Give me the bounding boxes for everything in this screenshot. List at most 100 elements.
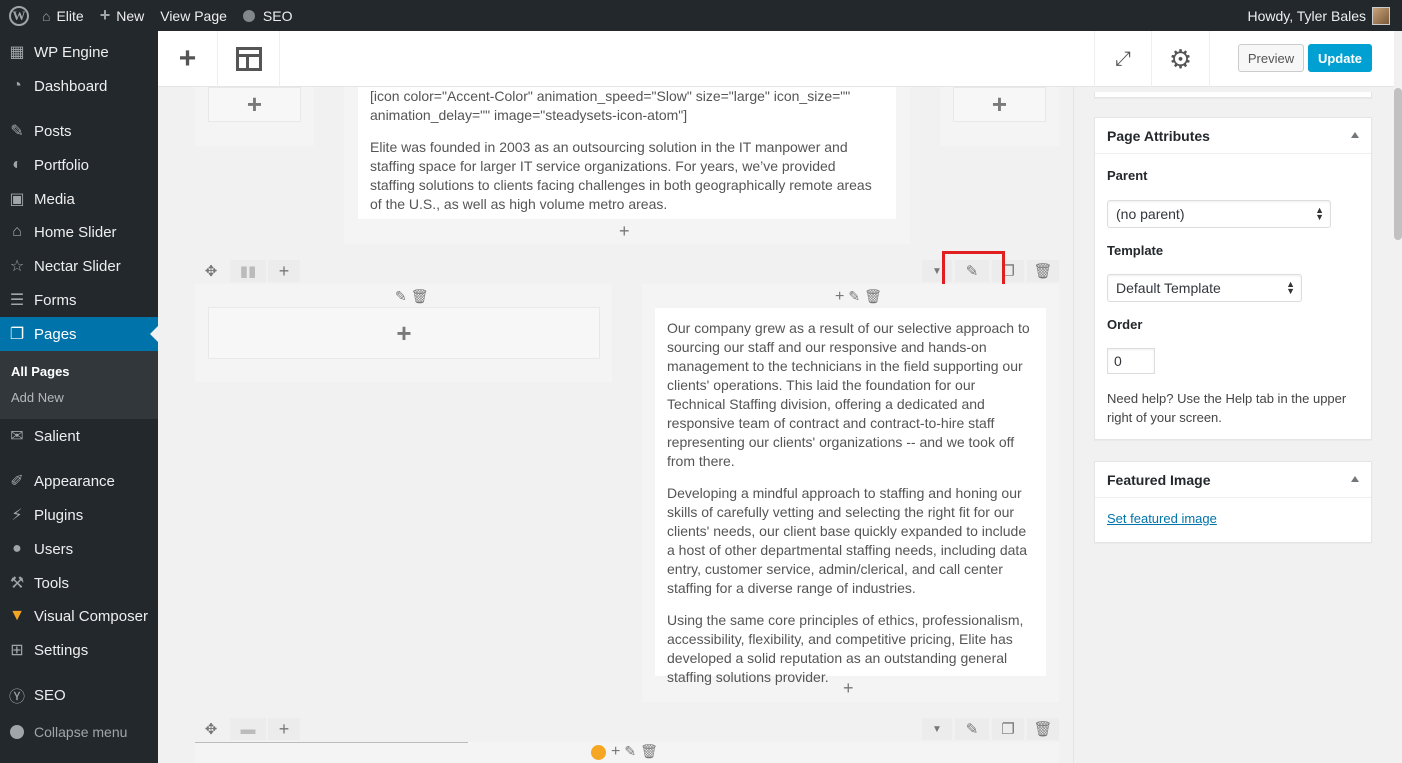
- set-featured-image-link[interactable]: Set featured image: [1107, 511, 1217, 526]
- template-select[interactable]: Default Template ▲ ▼: [1107, 274, 1302, 302]
- page-attributes-header[interactable]: Page Attributes: [1095, 118, 1371, 154]
- scrollbar[interactable]: [1394, 88, 1402, 240]
- menu-item-salient[interactable]: ✉ Salient: [0, 419, 158, 453]
- plus-icon: +: [278, 260, 290, 281]
- my-account[interactable]: Howdy, Tyler Bales: [1247, 6, 1402, 25]
- add-element-button[interactable]: +: [158, 31, 218, 87]
- order-input[interactable]: 0: [1107, 348, 1155, 374]
- collapse-icon: [10, 725, 24, 739]
- add-element-placeholder[interactable]: +: [208, 87, 301, 122]
- fullscreen-icon: ⤢: [1115, 47, 1131, 70]
- divider: [195, 742, 468, 743]
- collapse-arrow-icon[interactable]: [1351, 132, 1359, 138]
- menu-item-dashboard[interactable]: ◔ Dashboard: [0, 69, 158, 103]
- menu-item-seo[interactable]: Ⓨ SEO: [0, 678, 158, 712]
- collapse-arrow-icon[interactable]: [1351, 476, 1359, 482]
- row-layout-button[interactable]: ▬: [230, 718, 266, 740]
- collapse-menu-button[interactable]: Collapse menu: [0, 717, 127, 747]
- row-drag-handle[interactable]: ✥: [200, 718, 222, 740]
- menu-item-forms[interactable]: ☰ Forms: [0, 283, 158, 317]
- columns-icon: ▬: [240, 720, 256, 738]
- plus-icon[interactable]: +: [611, 743, 620, 761]
- composer-toolbar: + ⤢ ⚙: [158, 31, 1210, 87]
- column-controls: + ✎ 🗑: [835, 288, 882, 306]
- home-icon: ⌂: [12, 223, 22, 240]
- update-button[interactable]: Update: [1308, 44, 1372, 72]
- templates-button[interactable]: [218, 31, 280, 87]
- text-block[interactable]: Our company grew as a result of our sele…: [655, 308, 1046, 685]
- add-element-plus-icon[interactable]: +: [619, 221, 630, 242]
- brush-icon: ✐: [10, 473, 24, 490]
- status-dot-icon: [591, 745, 606, 760]
- menu-item-wp-engine[interactable]: ▦ WP Engine: [0, 35, 158, 69]
- top-center-column: [icon color="Accent-Color" animation_spe…: [344, 87, 910, 244]
- row-layout-button[interactable]: ▮▮: [230, 260, 266, 282]
- menu-item-users[interactable]: ● Users: [0, 532, 158, 566]
- submenu-add-new[interactable]: Add New: [11, 390, 64, 405]
- plugin-icon: ⚡: [11, 507, 23, 524]
- text-block[interactable]: [icon color="Accent-Color" animation_spe…: [358, 87, 896, 219]
- pin-icon: ✎: [10, 123, 24, 140]
- trash-icon[interactable]: 🗑: [411, 288, 429, 305]
- page-settings-button[interactable]: ⚙: [1152, 31, 1210, 87]
- row-toggle-button[interactable]: ▼: [922, 718, 952, 740]
- admin-menu: ▦ WP Engine ◔ Dashboard ✎ Posts ◐ Portfolio …: [0, 31, 158, 763]
- seo-link[interactable]: SEO: [235, 0, 301, 31]
- trash-icon: 🗑: [1033, 263, 1053, 280]
- menu-item-posts[interactable]: ✎ Posts: [0, 114, 158, 148]
- add-element-placeholder[interactable]: +: [953, 87, 1046, 122]
- select-arrows-icon: ▲ ▼: [1315, 205, 1324, 222]
- menu-item-home-slider[interactable]: ⌂ Home Slider: [0, 215, 158, 249]
- admin-bar: W ⌂ Elite + New View Page SEO Howdy, Tyler…: [0, 0, 1402, 31]
- previous-metabox-edge: [1094, 92, 1372, 98]
- column-controls: + ✎ 🗑: [611, 743, 658, 761]
- seo-icon: Ⓨ: [8, 689, 25, 706]
- top-left-column: +: [195, 87, 314, 146]
- row-drag-handle[interactable]: ✥: [200, 260, 222, 282]
- preview-button[interactable]: Preview: [1238, 44, 1304, 72]
- pencil-icon[interactable]: ✎: [395, 288, 407, 305]
- menu-item-nectar-slider[interactable]: ☆ Nectar Slider: [0, 249, 158, 283]
- pencil-icon[interactable]: ✎: [848, 288, 860, 306]
- menu-item-visual-composer[interactable]: ▼ Visual Composer: [0, 599, 158, 633]
- new-content-link[interactable]: + New: [92, 0, 153, 31]
- menu-item-portfolio[interactable]: ◐ Portfolio: [0, 148, 158, 182]
- site-name-link[interactable]: ⌂ Elite: [34, 0, 92, 31]
- mail-icon: ✉: [10, 428, 24, 445]
- trash-icon[interactable]: 🗑: [864, 288, 882, 306]
- submenu-all-pages[interactable]: All Pages: [11, 364, 70, 379]
- row-clone-button[interactable]: ❐: [992, 718, 1024, 740]
- view-page-link[interactable]: View Page: [152, 0, 235, 31]
- wordpress-logo-icon[interactable]: W: [4, 0, 34, 31]
- row-edit-button[interactable]: ✎: [955, 718, 989, 740]
- select-arrows-icon: ▲ ▼: [1286, 279, 1295, 296]
- row-delete-button[interactable]: 🗑: [1027, 718, 1059, 740]
- top-right-column: +: [940, 87, 1059, 146]
- fullscreen-button[interactable]: ⤢: [1094, 31, 1152, 87]
- add-element-placeholder[interactable]: +: [208, 307, 600, 359]
- menu-item-media[interactable]: ▣ Media: [0, 182, 158, 216]
- menu-item-pages[interactable]: ❐ Pages: [0, 317, 158, 351]
- menu-item-plugins[interactable]: ⚡ Plugins: [0, 498, 158, 532]
- add-element-plus-icon[interactable]: +: [843, 678, 854, 699]
- row-add-column-button[interactable]: +: [268, 260, 300, 282]
- plus-icon: +: [396, 317, 412, 348]
- menu-item-settings[interactable]: ⊞ Settings: [0, 633, 158, 667]
- row-delete-button[interactable]: 🗑: [1027, 260, 1059, 282]
- paragraph: Our company grew as a result of our sele…: [667, 320, 1030, 469]
- plus-icon: +: [178, 42, 197, 75]
- featured-image-header[interactable]: Featured Image: [1095, 462, 1371, 498]
- menu-item-appearance[interactable]: ✐ Appearance: [0, 464, 158, 498]
- trash-icon[interactable]: 🗑: [640, 743, 658, 761]
- pencil-icon[interactable]: ✎: [624, 743, 636, 761]
- wpengine-icon: ▦: [9, 44, 25, 61]
- help-text: Need help? Use the Help tab in the upper…: [1107, 391, 1347, 425]
- plus-icon: +: [246, 89, 263, 119]
- plus-icon[interactable]: +: [835, 288, 844, 306]
- parent-select[interactable]: (no parent) ▲ ▼: [1107, 200, 1331, 228]
- row-add-column-button[interactable]: +: [268, 718, 300, 740]
- featured-image-box: Featured Image Set featured image: [1094, 461, 1372, 543]
- plus-icon: +: [278, 718, 290, 739]
- menu-item-tools[interactable]: ⚒ Tools: [0, 566, 158, 600]
- settings-icon: ⊞: [10, 642, 24, 659]
